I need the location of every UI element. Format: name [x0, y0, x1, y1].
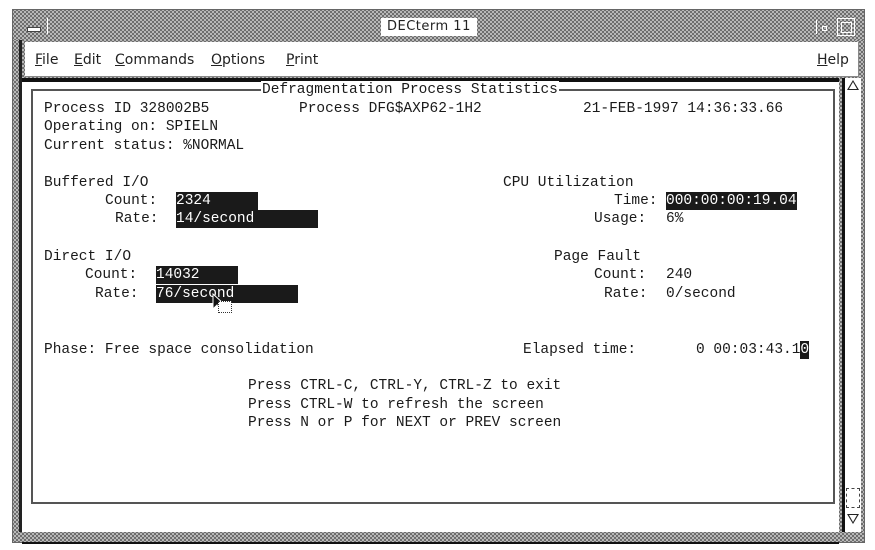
direct-io-heading: Direct I/O: [44, 249, 132, 265]
menu-edit[interactable]: Edit: [74, 52, 101, 68]
menu-edit-mnemonic: E: [74, 52, 83, 68]
page-fault-count-value: 240: [666, 267, 693, 283]
cpu-time-value: 000:00:00:19.04: [666, 192, 797, 210]
maximize-button[interactable]: [837, 18, 855, 36]
buffered-io-count-value: 2324: [176, 192, 258, 210]
menu-file-mnemonic: F: [35, 52, 43, 68]
process-id: Process ID 328002B5: [44, 101, 210, 117]
vertical-scrollbar[interactable]: [842, 78, 861, 536]
window-title: DECterm 11: [381, 18, 477, 36]
instruction-exit: Press CTRL-C, CTRL-Y, CTRL-Z to exit: [248, 378, 562, 394]
buffered-io-rate-label: Rate:: [115, 211, 159, 227]
elapsed-time-text: 0 00:03:43.1: [696, 342, 801, 358]
minimize-icon: [822, 26, 827, 31]
buffered-io-rate-value: 14/second: [176, 210, 318, 228]
menu-help-mnemonic: H: [817, 52, 828, 68]
menu-options-mnemonic: O: [211, 52, 223, 68]
menu-commands[interactable]: Commands: [115, 52, 194, 68]
process-name: Process DFG$AXP62-1H2: [299, 101, 482, 117]
scroll-down-arrow-icon[interactable]: [847, 514, 859, 524]
instruction-navigate: Press N or P for NEXT or PREV screen: [248, 415, 562, 431]
text-cursor: 0: [800, 341, 810, 359]
decterm-window: DECterm 11 File Edit Commands Options Pr…: [12, 9, 865, 544]
cpu-usage-label: Usage:: [594, 211, 647, 227]
menu-help-label: elp: [827, 52, 849, 68]
drag-outline: [218, 301, 232, 313]
menu-file[interactable]: File: [35, 52, 58, 68]
window-client-area: File Edit Commands Options Print Help De…: [19, 40, 861, 544]
minimize-button[interactable]: [816, 20, 831, 34]
title-bar[interactable]: DECterm 11: [13, 10, 864, 40]
scroll-up-arrow-icon[interactable]: [847, 80, 859, 90]
menu-help[interactable]: Help: [817, 52, 849, 68]
elapsed-time-label: Elapsed time:: [523, 342, 637, 358]
current-status: Current status: %NORMAL: [44, 138, 245, 154]
menu-edit-label: dit: [82, 52, 102, 68]
window-menu-button[interactable]: [21, 18, 48, 34]
page-fault-count-label: Count:: [594, 267, 647, 283]
phase: Phase: Free space consolidation: [44, 342, 314, 358]
frame-title: Defragmentation Process Statistics: [261, 81, 559, 99]
timestamp: 21-FEB-1997 14:36:33.66: [583, 101, 784, 117]
buffered-io-count-label: Count:: [105, 193, 158, 209]
operating-on: Operating on: SPIELN: [44, 119, 219, 135]
page-fault-rate-value: 0/second: [666, 286, 736, 302]
page-fault-heading: Page Fault: [554, 249, 642, 265]
menu-commands-mnemonic: C: [115, 52, 125, 68]
maximize-icon: [841, 22, 852, 33]
statistics-frame: Defragmentation Process Statistics Proce…: [31, 81, 835, 504]
instruction-refresh: Press CTRL-W to refresh the screen: [248, 397, 544, 413]
cpu-heading: CPU Utilization: [503, 175, 634, 191]
page-fault-rate-label: Rate:: [604, 286, 648, 302]
cpu-time-label: Time:: [614, 193, 658, 209]
menu-options-label: ptions: [222, 52, 266, 68]
scroll-thumb[interactable]: [846, 488, 860, 508]
menu-print-label: rint: [294, 52, 319, 68]
direct-io-rate-label: Rate:: [95, 286, 139, 302]
menu-file-label: ile: [42, 52, 59, 68]
menu-print-mnemonic: P: [286, 52, 295, 68]
menu-print[interactable]: Print: [286, 52, 318, 68]
direct-io-count-label: Count:: [85, 267, 138, 283]
terminal-area[interactable]: Defragmentation Process Statistics Proce…: [22, 78, 839, 544]
direct-io-count-value: 14032: [156, 266, 238, 284]
menu-commands-label: ommands: [124, 52, 195, 68]
elapsed-time-value: 0 00:03:43.10: [696, 341, 810, 359]
cpu-usage-value: 6%: [666, 211, 684, 227]
window-menu-icon: [27, 27, 41, 32]
menu-bar: File Edit Commands Options Print Help: [25, 42, 859, 77]
menu-options[interactable]: Options: [211, 52, 265, 68]
window-bottom-border[interactable]: [13, 532, 864, 542]
buffered-io-heading: Buffered I/O: [44, 175, 149, 191]
